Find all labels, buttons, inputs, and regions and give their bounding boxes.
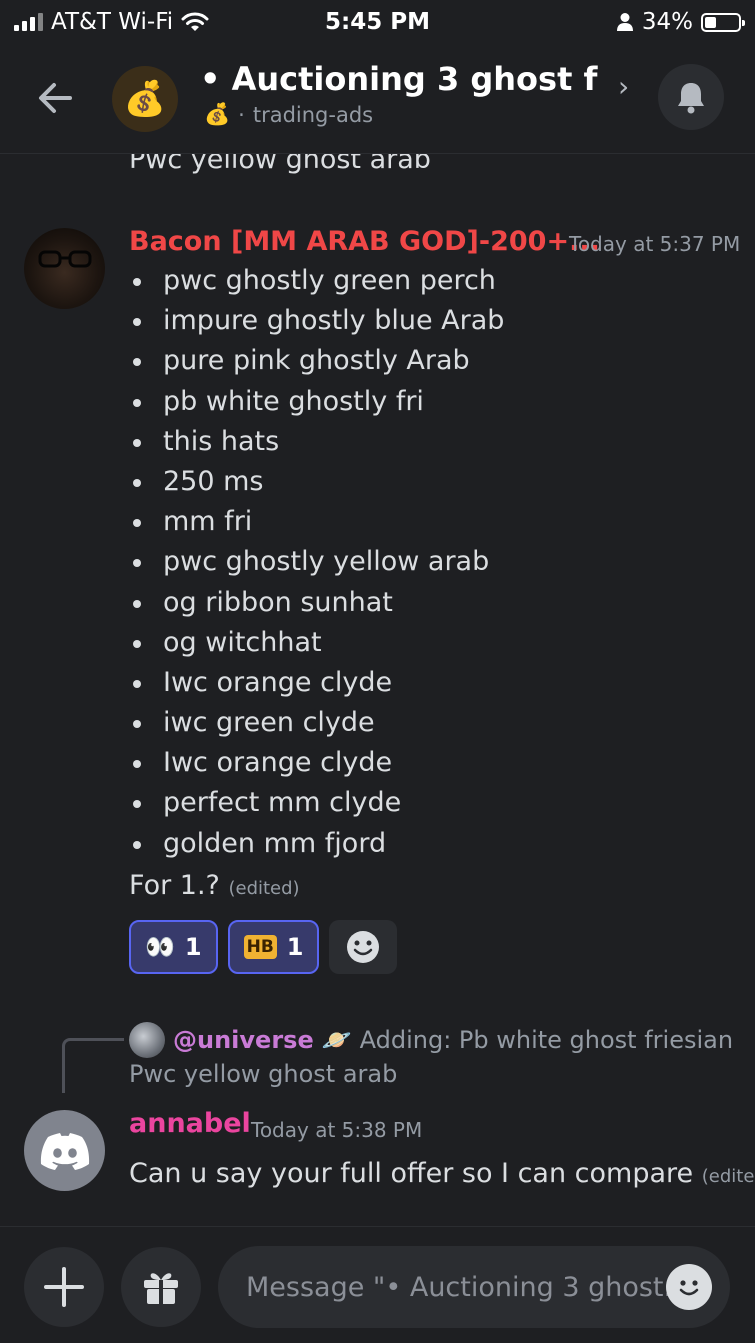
planet-icon: 🪐	[321, 1026, 352, 1054]
closing-text: For 1.?	[129, 870, 220, 901]
reaction-bar: 👀 1 HB 1	[129, 920, 398, 974]
channel-subtitle[interactable]: 💰 · trading-ads	[204, 102, 373, 127]
reply-reference[interactable]: @universe 🪐 Adding: Pb white ghost fries…	[129, 1022, 733, 1058]
reply-preview: Adding: Pb white ghost friesian	[359, 1026, 734, 1054]
list-item: Iwc orange clyde	[129, 663, 504, 703]
reaction-count: 1	[286, 933, 304, 961]
reaction-eyes[interactable]: 👀 1	[129, 920, 218, 974]
message-closing: For 1.? (edited)	[129, 870, 300, 901]
list-item: pwc ghostly yellow arab	[129, 542, 504, 582]
list-item: og ribbon sunhat	[129, 583, 504, 623]
discord-logo-icon	[40, 1132, 89, 1170]
battery-icon	[701, 12, 745, 32]
channel-header: 💰 • Auctioning 3 ghost fris... 💰 · tradi…	[0, 44, 755, 154]
hb-emoji-icon: HB	[243, 935, 277, 959]
reaction-hb[interactable]: HB 1	[227, 920, 320, 974]
status-bar: AT&T Wi-Fi 5:45 PM 34%	[0, 0, 755, 44]
notifications-button[interactable]	[658, 64, 724, 130]
list-item: perfect mm clyde	[129, 783, 504, 823]
cell-signal-icon	[14, 13, 43, 31]
chevron-right-icon[interactable]: ›	[618, 70, 629, 103]
battery-level	[705, 16, 716, 28]
composer-bar: Message "• Auctioning 3 ghost...	[0, 1226, 755, 1343]
list-item: og witchhat	[129, 623, 504, 663]
list-item: pure pink ghostly Arab	[129, 341, 504, 381]
avatar[interactable]	[24, 228, 105, 309]
smiley-icon	[679, 1280, 699, 1296]
add-reaction-button[interactable]	[329, 920, 398, 974]
list-item: golden mm fjord	[129, 824, 504, 864]
arrow-left-icon	[39, 83, 72, 113]
battery-percent: 34%	[641, 9, 693, 35]
timestamp: Today at 5:37 PM	[569, 232, 741, 256]
back-button[interactable]	[30, 72, 82, 124]
list-item: pb white ghostly fri	[129, 382, 504, 422]
list-item: pwc ghostly green perch	[129, 261, 504, 301]
list-item: mm fri	[129, 502, 504, 542]
list-item: Iwc orange clyde	[129, 743, 504, 783]
message-text: Can u say your full offer so I can compa…	[129, 1158, 694, 1189]
message-body: Can u say your full offer so I can compa…	[129, 1158, 755, 1189]
timestamp: Today at 5:38 PM	[251, 1118, 423, 1142]
gift-icon	[144, 1273, 178, 1304]
list-item: iwc green clyde	[129, 703, 504, 743]
subtitle-separator: ·	[238, 102, 245, 127]
wifi-icon	[181, 12, 209, 31]
carrier-label: AT&T Wi-Fi	[51, 9, 174, 35]
reply-connector	[62, 1038, 124, 1093]
gift-button[interactable]	[121, 1247, 201, 1327]
plus-icon	[44, 1267, 84, 1307]
status-right: 34%	[616, 9, 755, 35]
list-item: this hats	[129, 422, 504, 462]
channel-name: trading-ads	[252, 102, 374, 127]
money-bag-icon: 💰	[204, 102, 231, 126]
reply-avatar	[129, 1022, 165, 1058]
status-left: AT&T Wi-Fi	[0, 9, 209, 35]
edited-label: (edited)	[228, 878, 300, 899]
edited-label: (edited)	[701, 1166, 755, 1187]
person-icon	[616, 13, 633, 31]
bullet-list: pwc ghostly green perch impure ghostly bl…	[129, 261, 504, 864]
author-name[interactable]: annabel	[129, 1108, 251, 1139]
add-attachment-button[interactable]	[24, 1247, 104, 1327]
reply-mention[interactable]: @universe	[173, 1026, 314, 1054]
smiley-icon	[347, 931, 380, 963]
message-list[interactable]: Pwc yellow ghost arab Bacon [MM ARAB GOD…	[0, 154, 755, 1226]
reaction-count: 1	[184, 933, 202, 961]
reply-preview-line2: Pwc yellow ghost arab	[129, 1060, 398, 1088]
channel-title[interactable]: • Auctioning 3 ghost fris...	[200, 60, 600, 98]
bell-icon	[678, 83, 704, 114]
previous-message-tail: Pwc yellow ghost arab	[129, 154, 431, 175]
eyes-emoji-icon: 👀	[145, 933, 175, 961]
message-input[interactable]: Message "• Auctioning 3 ghost...	[218, 1246, 730, 1328]
glasses-icon	[38, 250, 92, 268]
list-item: 250 ms	[129, 462, 504, 502]
emoji-button[interactable]	[666, 1264, 712, 1310]
server-icon[interactable]: 💰	[112, 66, 178, 132]
message-input-placeholder: Message "• Auctioning 3 ghost...	[246, 1271, 690, 1303]
avatar[interactable]	[24, 1110, 105, 1191]
author-name[interactable]: Bacon [MM ARAB GOD]-200+...	[129, 226, 600, 257]
list-item: impure ghostly blue Arab	[129, 301, 504, 341]
